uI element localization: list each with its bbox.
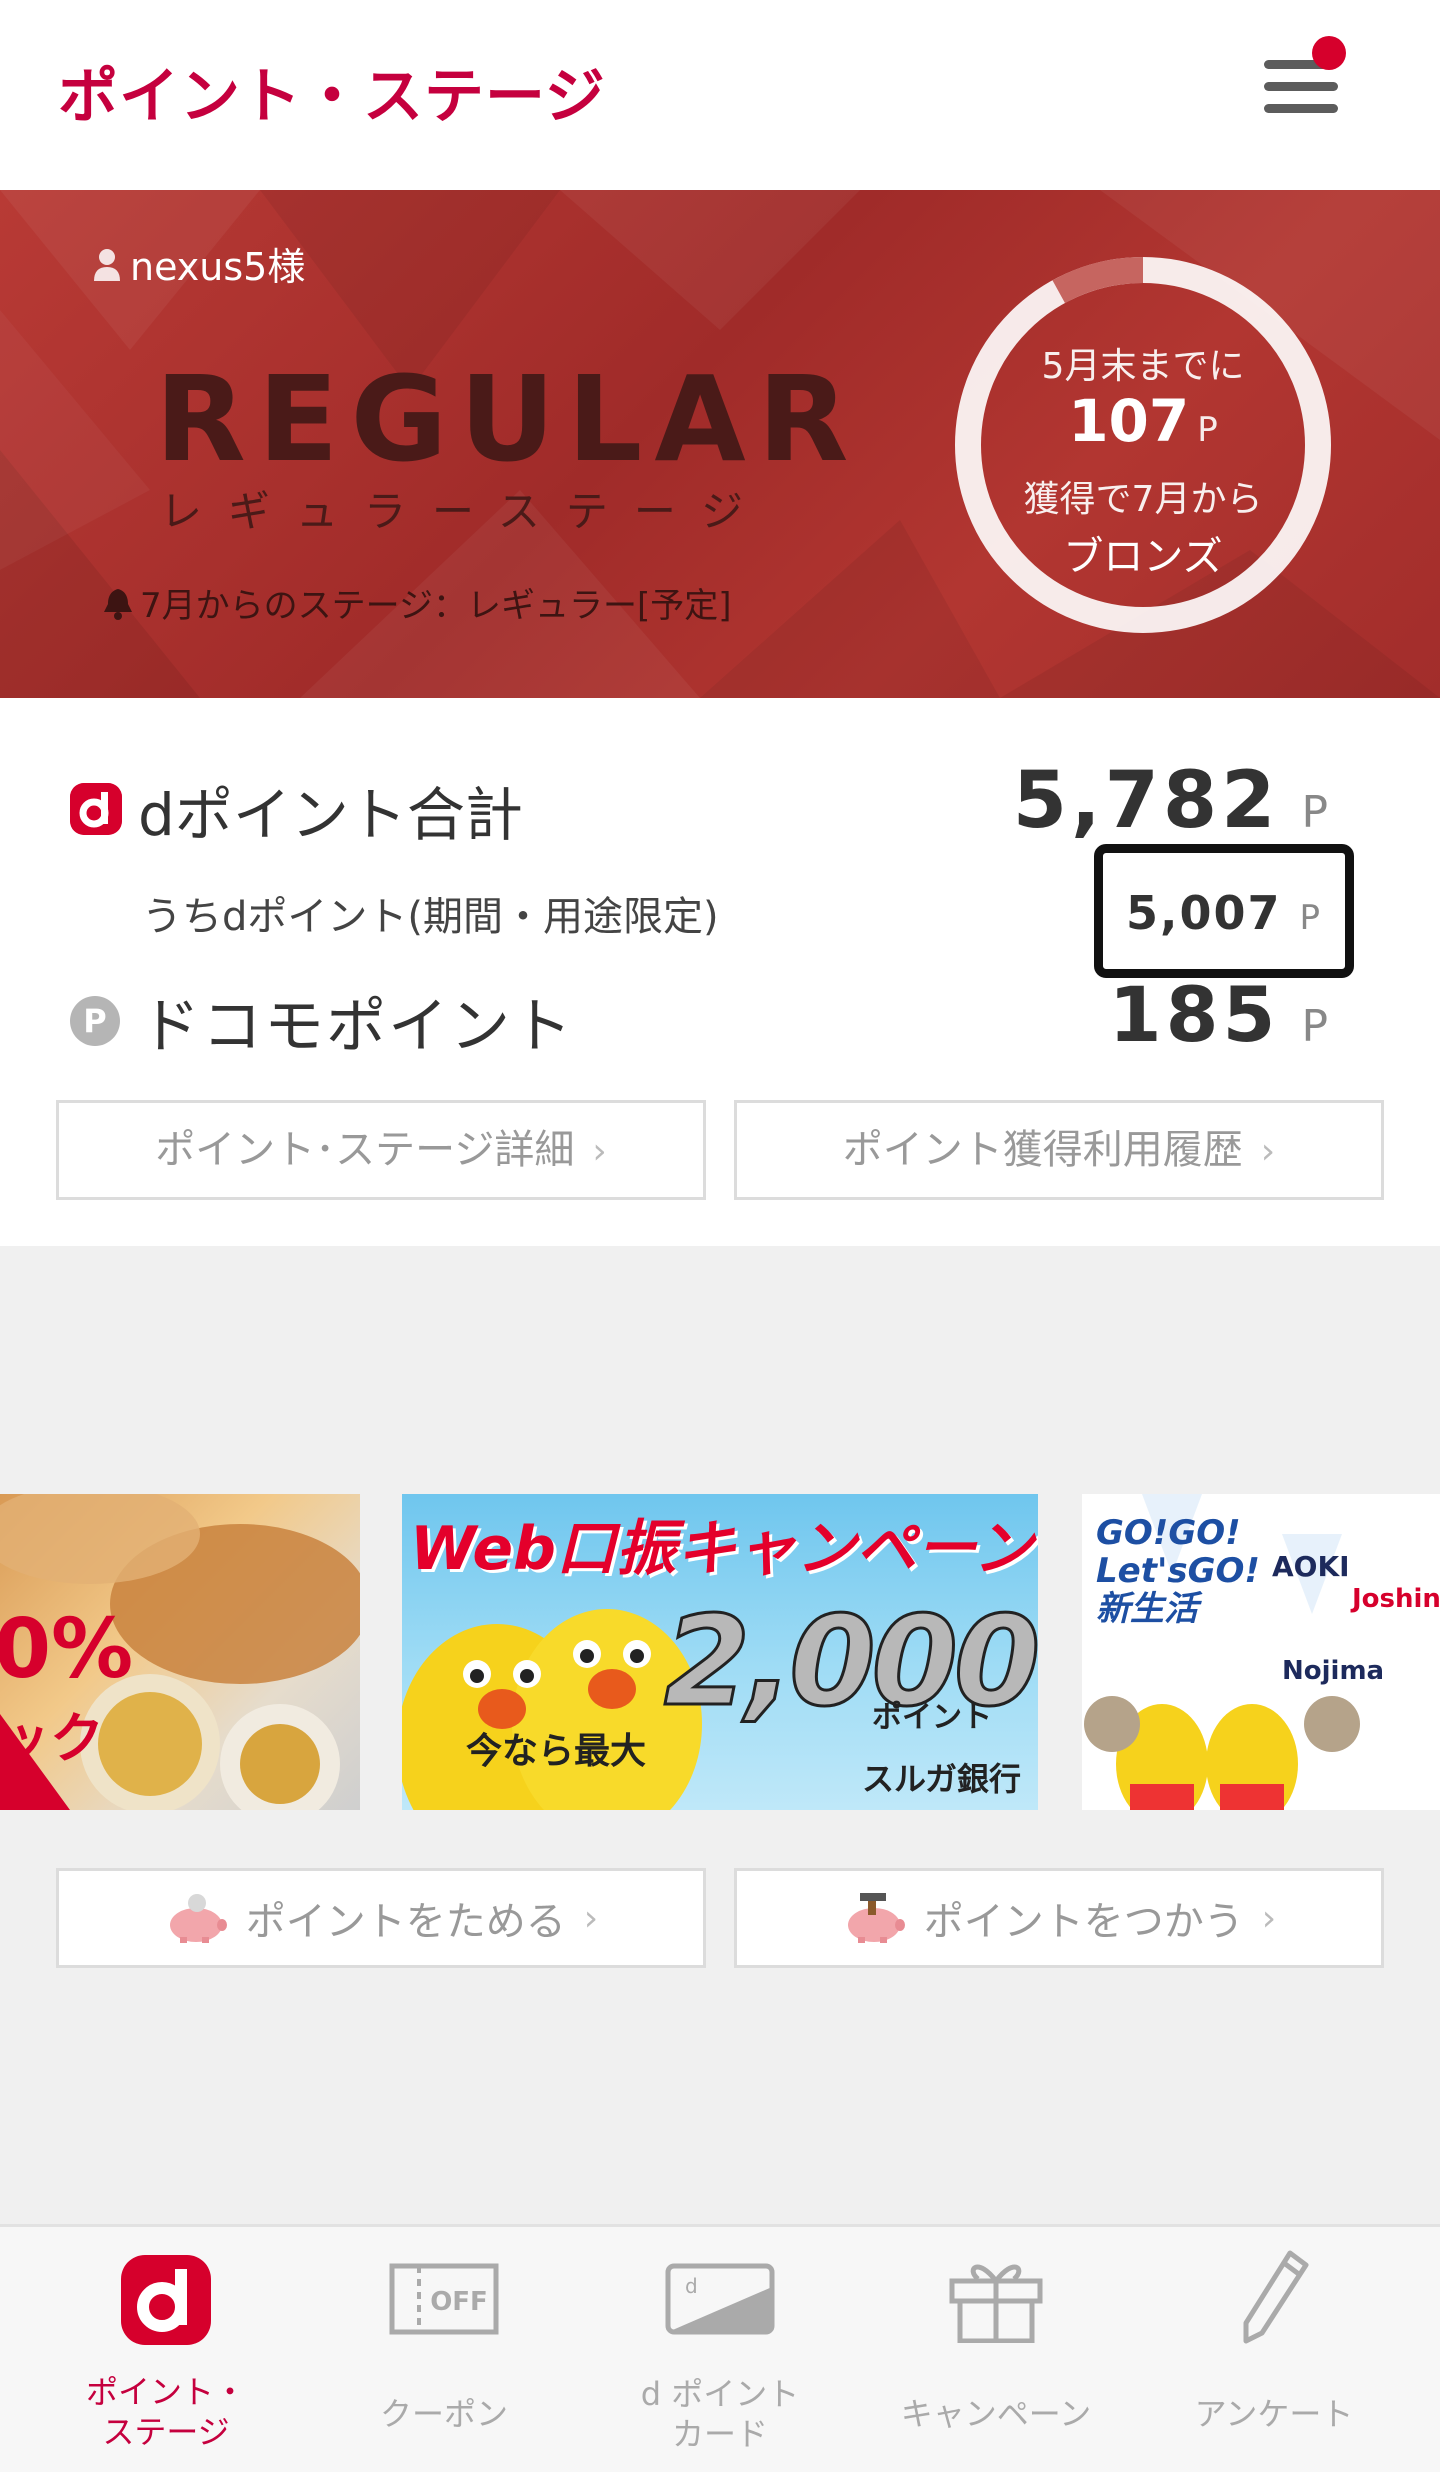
stage-kana: レギュラーステージ (160, 487, 770, 536)
piggy-bank-icon (169, 1894, 227, 1943)
user-name-text: nexus5様 (130, 245, 306, 289)
ring-points-unit: P (1197, 410, 1218, 450)
page-title: ポイント・ステージ (58, 62, 606, 132)
ring-points: 107 P (950, 387, 1336, 455)
points-unit: P (1301, 1001, 1332, 1052)
bottom-navigation: ポイント・ ステージ OFF クーポン d d ポイント カード キャンペーン (0, 2224, 1440, 2472)
promo-banner-newlife[interactable]: GO!GO! Let'sGO! 新生活 AOKI Joshin Nojima (1082, 1494, 1440, 1810)
ring-condition-text: 獲得で7月から (1023, 479, 1263, 520)
pencil-icon (1243, 2250, 1309, 2344)
nav-campaign-label: キャンペーン (900, 2395, 1092, 2433)
d-point-icon (121, 2255, 211, 2345)
promo-banner-gyoza[interactable]: 0% ック (0, 1494, 360, 1810)
point-stage-detail-label: ポイント･ステージ詳細 (155, 1127, 575, 1173)
promo-gyoza-percent: 0% (0, 1602, 134, 1697)
stage-name: REGULAR (155, 350, 861, 488)
chevron-right-icon: › (1261, 1897, 1277, 1939)
user-icon (94, 248, 120, 281)
next-stage-text: 7月からのステージ：レギュラー[予定] (140, 586, 732, 626)
app-header: ポイント・ステージ (0, 0, 1440, 190)
nav-coupon[interactable]: OFF クーポン (300, 2227, 588, 2472)
nav-point-stage[interactable]: ポイント・ ステージ (22, 2227, 310, 2472)
promo-brand-aoki: AOKI (1272, 1550, 1350, 1583)
chevron-right-icon: › (583, 1897, 599, 1939)
next-stage-info: 7月からのステージ：レギュラー[予定] (100, 578, 731, 627)
nav-point-stage-label-2: ステージ (102, 2413, 230, 2451)
promo-brand-nojima: Nojima (1282, 1656, 1385, 1686)
nav-survey-label: アンケート (1194, 2395, 1354, 2433)
total-points-value: 5,782 (1012, 756, 1280, 846)
gift-icon (949, 2264, 1043, 2343)
limited-points: 5,007 P (1126, 886, 1322, 940)
nav-dpoint-card[interactable]: d d ポイント カード (576, 2227, 864, 2472)
total-points-label: dポイント合計 (138, 781, 523, 849)
piggy-hammer-icon (847, 1893, 905, 1943)
docomo-point-icon: P (70, 996, 120, 1046)
coupon-icon: OFF (389, 2263, 499, 2335)
nav-coupon-label: クーポン (379, 2395, 508, 2433)
stage-progress-text: 5月末までに 107 P 獲得で7月から ブロンズ (950, 252, 1336, 638)
total-points: 5,782 P (1013, 756, 1332, 846)
card-icon: d (665, 2263, 775, 2335)
chevron-right-icon: › (1260, 1131, 1276, 1172)
limited-points-value: 5,007 (1125, 886, 1282, 940)
docomo-points-label: ドコモポイント (140, 992, 574, 1062)
promo-gyoza-sub: ック (0, 1707, 104, 1770)
docomo-points-value: 185 (1108, 970, 1280, 1059)
use-points-button[interactable]: ポイントをつかう › (734, 1868, 1384, 1968)
nav-dpoint-card-label-2: カード (671, 2415, 768, 2453)
nav-survey[interactable]: アンケート (1130, 2227, 1418, 2472)
card-d-text: d (685, 2274, 698, 2298)
point-stage-detail-button[interactable]: ポイント･ステージ詳細 › (56, 1100, 706, 1200)
promo-banner-suruga[interactable]: Web口振キャンペーン 今なら最大 2,000 ポイント スルガ銀行 (402, 1494, 1038, 1810)
promo-brand-joshin: Joshin (1352, 1584, 1440, 1614)
user-name: nexus5様 (92, 236, 305, 291)
points-unit: P (1299, 898, 1322, 938)
stage-banner[interactable]: nexus5様 REGULAR レギュラーステージ 7月からのステージ：レギュラ… (0, 190, 1440, 698)
d-point-icon (70, 783, 122, 835)
save-points-label: ポイントをためる (245, 1899, 566, 1945)
nav-dpoint-card-label-1: d ポイント (640, 2375, 800, 2413)
promo-suruga-prefix: 今なら最大 (466, 1731, 647, 1772)
save-points-button[interactable]: ポイントをためる › (56, 1868, 706, 1968)
menu-icon-bar (1264, 104, 1338, 113)
points-summary: dポイント合計 5,782 P うちdポイント(期間・用途限定) 5,007 P P… (0, 698, 1440, 1246)
limited-points-label: うちdポイント(期間・用途限定) (142, 894, 719, 940)
promo-newlife-title: GO!GO! Let'sGO! 新生活 (1096, 1513, 1260, 1629)
coupon-off-text: OFF (430, 2287, 488, 2317)
use-points-label: ポイントをつかう (923, 1899, 1244, 1945)
promo-suruga-unit: ポイント (872, 1700, 992, 1735)
ring-points-value: 107 (1068, 387, 1190, 455)
promo-suruga-bank: スルガ銀行 (862, 1760, 1022, 1798)
nav-point-stage-label-1: ポイント・ (85, 2373, 246, 2411)
point-history-label: ポイント獲得利用履歴 (842, 1127, 1243, 1173)
bell-icon (104, 588, 132, 620)
points-unit: P (1301, 787, 1332, 838)
notification-dot (1312, 36, 1346, 70)
ring-target-stage: ブロンズ (1063, 534, 1223, 580)
chevron-right-icon: › (592, 1131, 607, 1172)
menu-icon-bar (1264, 82, 1338, 91)
nav-campaign[interactable]: キャンペーン (852, 2227, 1140, 2472)
docomo-points: 185 P (1109, 970, 1332, 1059)
ring-deadline-text: 5月末までに (1041, 346, 1245, 387)
point-history-button[interactable]: ポイント獲得利用履歴 › (734, 1100, 1384, 1200)
